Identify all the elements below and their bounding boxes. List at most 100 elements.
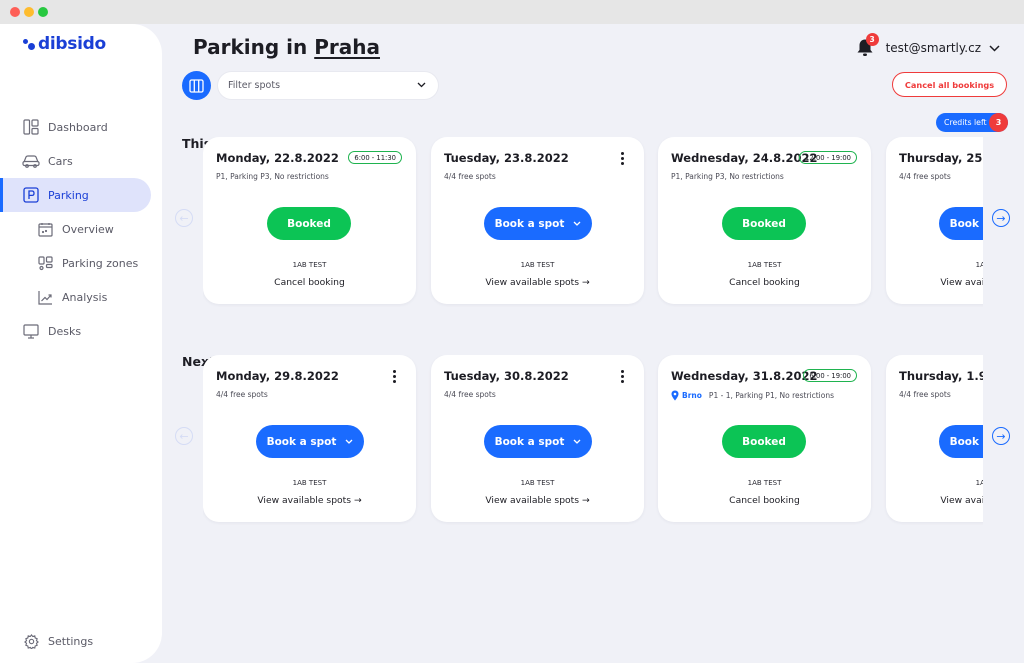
previous-week-button[interactable]: ← [175,209,193,227]
chevron-down-icon [573,219,581,228]
card-date: Monday, 22.8.2022 [216,151,339,165]
view-available-spots-link[interactable]: View available spots → [431,277,644,288]
booked-button[interactable]: Booked [722,207,806,240]
more-options-button[interactable] [621,152,625,166]
card-date: Wednesday, 24.8.2022 [671,151,818,165]
minimize-window-button[interactable] [24,7,34,17]
user-email[interactable]: test@smartly.cz [886,41,981,55]
booking-time-badge: 6:00 - 11:30 [348,151,402,164]
calendar-icon [36,220,54,238]
sidebar-item-label: Parking [48,188,89,202]
card-subtitle-text: P1 - 1, Parking P1, No restrictions [708,391,835,400]
sidebar-item-desks[interactable]: Desks [0,314,162,348]
app-window: dibsido Dashboard Cars Parking Overview … [0,24,1024,663]
card-subtitle-text: 4/4 free spots [444,390,496,399]
next-week-button[interactable]: → [992,427,1010,445]
card-subtitle: 4/4 free spots [444,172,496,181]
day-card: Tuesday, 30.8.2022 4/4 free spots Book a s… [431,355,644,522]
cancel-booking-link[interactable]: Cancel booking [203,277,416,288]
cancel-booking-link[interactable]: Cancel booking [658,495,871,506]
license-plate: 1AB TEST [975,479,983,487]
credits-count: 3 [989,113,1008,132]
zones-icon [36,254,54,272]
sidebar-item-settings[interactable]: Settings [22,624,93,658]
close-window-button[interactable] [10,7,20,17]
view-available-spots-link[interactable]: View available spots → [431,495,644,506]
view-available-spots-link[interactable]: View available spots → [203,495,416,506]
day-card: Thursday, 25.8.2022 4/4 free spots Book a … [886,137,983,304]
sidebar-item-label: Dashboard [48,120,108,134]
card-subtitle: Brno P1 - 1, Parking P1, No restrictions [671,390,834,401]
chevron-down-icon [345,437,353,446]
license-plate: 1AB TEST [520,261,555,269]
card-subtitle: 4/4 free spots [216,390,268,399]
sidebar: dibsido Dashboard Cars Parking Overview … [0,24,162,663]
day-cards-row: Monday, 22.8.2022 6:00 - 11:30 P1, Parking… [203,137,983,307]
more-options-button[interactable] [393,370,397,384]
filter-spots-dropdown[interactable]: Filter spots [218,72,438,99]
card-date: Thursday, 25.8.2022 [899,151,983,165]
book-a-spot-button[interactable]: Book a spot [484,425,592,458]
license-plate: 1AB TEST [520,479,555,487]
gear-icon [22,632,40,650]
sidebar-item-label: Analysis [62,290,108,304]
card-date: Tuesday, 23.8.2022 [444,151,569,165]
parking-icon [22,186,40,204]
card-date: Thursday, 1.9.2022 [899,369,983,383]
maximize-window-button[interactable] [38,7,48,17]
map-view-button[interactable] [182,71,211,100]
card-subtitle: P1, Parking P3, No restrictions [671,172,784,181]
previous-week-button[interactable]: ← [175,427,193,445]
notifications-badge: 3 [865,33,879,46]
book-a-spot-button[interactable]: Book a spot [256,425,364,458]
card-subtitle: 4/4 free spots [899,172,951,181]
logo[interactable]: dibsido [22,34,106,54]
book-a-spot-button[interactable]: Book a spot [484,207,592,240]
monitor-icon [22,322,40,340]
day-cards-row: Monday, 29.8.2022 4/4 free spots Book a sp… [203,355,983,525]
city-label[interactable]: Brno [682,391,702,400]
book-a-spot-label: Book a spot [494,435,565,448]
license-plate: 1AB TEST [747,261,782,269]
card-subtitle-text: P1, Parking P3, No restrictions [216,172,329,181]
card-subtitle-text: P1, Parking P3, No restrictions [671,172,784,181]
notifications-button[interactable]: 3 [856,33,879,58]
license-plate: 1AB TEST [292,261,327,269]
license-plate: 1AB TEST [975,261,983,269]
sidebar-item-dashboard[interactable]: Dashboard [0,110,162,144]
card-subtitle-text: 4/4 free spots [899,172,951,181]
view-available-spots-link[interactable]: View available spots → [886,277,983,288]
booked-button[interactable]: Booked [722,425,806,458]
sidebar-item-cars[interactable]: Cars [0,144,162,178]
sidebar-item-parking[interactable]: Parking [0,178,151,212]
map-icon [189,78,204,93]
card-date: Wednesday, 31.8.2022 [671,369,818,383]
cancel-booking-link[interactable]: Cancel booking [658,277,871,288]
city-selector[interactable]: Praha [314,35,380,59]
credits-left-badge: Credits left 3 [936,113,1008,132]
card-subtitle-text: 4/4 free spots [899,390,951,399]
booked-button[interactable]: Booked [267,207,351,240]
arrow-left-icon: ← [179,211,189,225]
view-available-spots-link[interactable]: View available spots → [886,495,983,506]
card-subtitle-text: 4/4 free spots [216,390,268,399]
card-subtitle: 4/4 free spots [444,390,496,399]
chevron-down-icon[interactable] [989,41,1000,55]
book-a-spot-label: Book a spot [949,217,983,230]
page-title: Parking in Praha [193,35,380,59]
logo-text: dibsido [38,34,106,54]
day-card: Wednesday, 24.8.2022 12:00 - 19:00 P1, Par… [658,137,871,304]
page-title-prefix: Parking in [193,35,308,59]
cancel-all-bookings-button[interactable]: Cancel all bookings [892,72,1007,97]
book-a-spot-button[interactable]: Book a spot [939,425,983,458]
sidebar-item-analysis[interactable]: Analysis [0,280,162,314]
arrow-right-icon: → [996,429,1006,443]
book-a-spot-button[interactable]: Book a spot [939,207,983,240]
sidebar-item-parking-zones[interactable]: Parking zones [0,246,162,280]
sidebar-item-overview[interactable]: Overview [0,212,162,246]
card-subtitle: 4/4 free spots [899,390,951,399]
more-options-button[interactable] [621,370,625,384]
card-subtitle: P1, Parking P3, No restrictions [216,172,329,181]
window-titlebar [0,0,1024,24]
next-week-button[interactable]: → [992,209,1010,227]
